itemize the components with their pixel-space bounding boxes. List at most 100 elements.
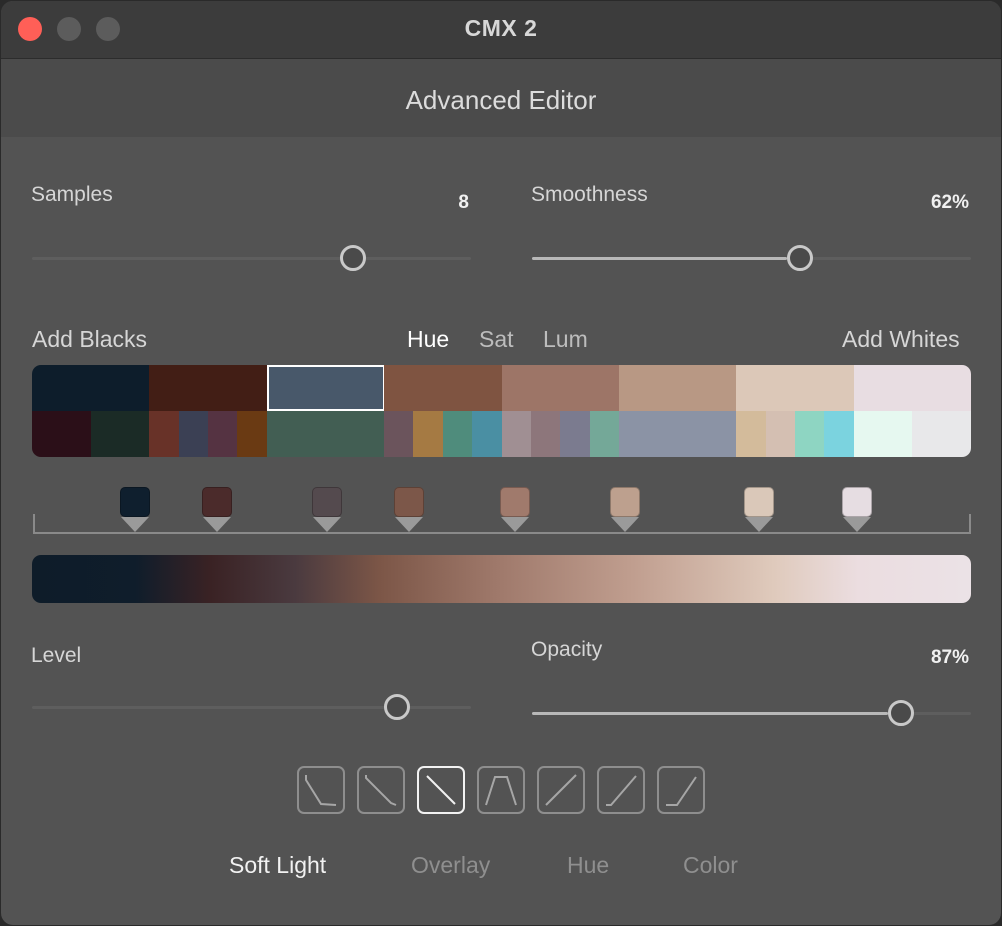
marker-track-right-end: [969, 514, 971, 534]
samples-value: 8: [458, 192, 469, 213]
palette-swatch-bottom[interactable]: [501, 411, 532, 457]
gradient-stop-pointer: [121, 517, 149, 532]
palette-swatch-bottom[interactable]: [178, 411, 209, 457]
blend-mode-hue[interactable]: Hue: [567, 852, 609, 879]
curve-bell-icon: [485, 776, 517, 806]
curve-preset-7-button[interactable]: [657, 766, 705, 814]
smoothness-slider-thumb[interactable]: [787, 245, 813, 271]
marker-track-left-end: [33, 514, 35, 534]
curve-diagonal-icon: [426, 775, 456, 805]
palette-swatch-top[interactable]: [32, 365, 150, 411]
blend-mode-overlay[interactable]: Overlay: [411, 852, 490, 879]
gradient-stop-pointer: [313, 517, 341, 532]
color-palette: [32, 365, 971, 457]
samples-slider-track[interactable]: [32, 257, 471, 260]
window-title: CMX 2: [464, 15, 538, 41]
page-title: Advanced Editor: [405, 85, 597, 115]
gradient-stop-marker[interactable]: [743, 487, 775, 532]
gradient-stop-pointer: [203, 517, 231, 532]
samples-slider-thumb[interactable]: [340, 245, 366, 271]
curve-toe-up-icon: [606, 775, 637, 806]
curve-preset-5-button[interactable]: [537, 766, 585, 814]
palette-swatch-bottom[interactable]: [530, 411, 561, 457]
opacity-slider-thumb[interactable]: [888, 700, 914, 726]
gradient-stop-pointer: [501, 517, 529, 532]
curve-linear-up-icon: [545, 774, 577, 806]
smoothness-slider-fill: [532, 257, 787, 260]
palette-swatch-bottom[interactable]: [384, 411, 414, 457]
curve-toe-icon: [666, 776, 697, 806]
gradient-stop-swatch: [202, 487, 232, 517]
gradient-stop-pointer: [611, 517, 639, 532]
palette-swatch-bottom[interactable]: [589, 411, 620, 457]
palette-swatch-bottom[interactable]: [237, 411, 268, 457]
tab-lum[interactable]: Lum: [543, 326, 588, 353]
gradient-stop-marker[interactable]: [393, 487, 425, 532]
curve-linear-down-icon: [365, 775, 397, 806]
gradient-stop-swatch: [610, 487, 640, 517]
level-label: Level: [31, 644, 82, 667]
gradient-stop-marker[interactable]: [119, 487, 151, 532]
palette-swatch-bottom[interactable]: [32, 411, 92, 457]
palette-swatch-bottom[interactable]: [442, 411, 473, 457]
palette-swatch-bottom[interactable]: [618, 411, 737, 457]
gradient-stop-swatch: [312, 487, 342, 517]
curve-preset-1-button[interactable]: [297, 766, 345, 814]
gradient-stop-swatch: [500, 487, 530, 517]
gradient-stop-marker[interactable]: [499, 487, 531, 532]
curve-preset-6-button[interactable]: [597, 766, 645, 814]
gradient-stop-marker[interactable]: [311, 487, 343, 532]
tab-hue[interactable]: Hue: [407, 326, 449, 353]
opacity-slider-fill: [532, 712, 888, 715]
tab-sat[interactable]: Sat: [479, 326, 514, 353]
palette-swatch-bottom[interactable]: [149, 411, 180, 457]
palette-swatch-bottom[interactable]: [853, 411, 913, 457]
blend-mode-soft-light[interactable]: Soft Light: [229, 852, 326, 879]
palette-swatch-bottom[interactable]: [208, 411, 238, 457]
gradient-stop-pointer: [843, 517, 871, 532]
cmx-window: CMX 2 Advanced Editor Samples 8 Smoothne…: [1, 1, 1001, 925]
palette-swatch-top[interactable]: [384, 365, 502, 411]
palette-swatch-top[interactable]: [853, 365, 971, 411]
palette-swatch-bottom[interactable]: [824, 411, 855, 457]
opacity-label: Opacity: [531, 638, 603, 661]
palette-swatch-top[interactable]: [149, 365, 268, 411]
palette-swatch-bottom[interactable]: [560, 411, 591, 457]
blend-mode-color[interactable]: Color: [683, 852, 738, 879]
smoothness-value: 62%: [930, 192, 969, 213]
palette-swatch-bottom[interactable]: [794, 411, 825, 457]
title-bar: CMX 2: [1, 1, 1001, 59]
gradient-stop-pointer: [395, 517, 423, 532]
gradient-stop-marker[interactable]: [841, 487, 873, 532]
gradient-stop-swatch: [744, 487, 774, 517]
palette-swatch-bottom[interactable]: [765, 411, 796, 457]
gradient-stop-pointer: [745, 517, 773, 532]
palette-swatch-bottom[interactable]: [736, 411, 767, 457]
gradient-stop-marker[interactable]: [201, 487, 233, 532]
editor-header: Advanced Editor: [1, 59, 1001, 137]
level-slider-thumb[interactable]: [384, 694, 410, 720]
palette-swatch-bottom[interactable]: [413, 411, 444, 457]
palette-swatch-top[interactable]: [501, 365, 620, 411]
opacity-value: 87%: [930, 647, 969, 668]
palette-swatch-top[interactable]: [736, 365, 855, 411]
curve-preset-2-button[interactable]: [357, 766, 405, 814]
palette-swatch-bottom[interactable]: [266, 411, 385, 457]
curve-preset-4-button[interactable]: [477, 766, 525, 814]
gradient-stop-swatch: [842, 487, 872, 517]
palette-swatch-bottom[interactable]: [472, 411, 502, 457]
palette-swatch-bottom[interactable]: [912, 411, 971, 457]
samples-label: Samples: [31, 183, 113, 206]
palette-swatch-top[interactable]: [618, 365, 737, 411]
gradient-stop-swatch: [394, 487, 424, 517]
palette-swatch-bottom[interactable]: [90, 411, 150, 457]
gradient-stop-swatch: [120, 487, 150, 517]
gradient-stop-marker[interactable]: [609, 487, 641, 532]
smoothness-label: Smoothness: [531, 183, 648, 206]
palette-swatch-top[interactable]: [266, 365, 385, 411]
gradient-preview: [32, 555, 971, 603]
add-blacks-button[interactable]: Add Blacks: [32, 326, 147, 353]
curve-shoulder-icon: [305, 775, 337, 806]
add-whites-button[interactable]: Add Whites: [842, 326, 960, 353]
curve-preset-3-button[interactable]: [417, 766, 465, 814]
